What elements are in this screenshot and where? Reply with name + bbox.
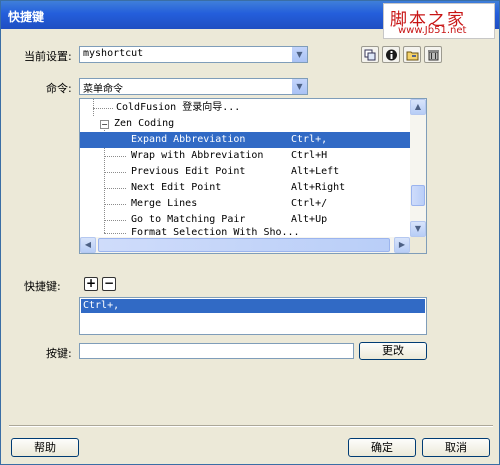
cancel-button[interactable]: 取消: [422, 438, 490, 457]
tree-item-wrap-with-abbreviation[interactable]: Wrap with Abbreviation Ctrl+H: [80, 148, 411, 164]
vertical-scroll-thumb[interactable]: [411, 185, 425, 206]
command-label: 命令:: [46, 82, 72, 95]
scroll-left-icon[interactable]: ◀: [80, 237, 96, 253]
duplicate-set-button[interactable]: [361, 46, 379, 63]
help-button[interactable]: 帮助: [11, 438, 79, 457]
tree-item-previous-edit-point[interactable]: Previous Edit Point Alt+Left: [80, 164, 411, 180]
list-item[interactable]: Ctrl+,: [81, 299, 425, 313]
scroll-right-icon[interactable]: ▶: [394, 237, 410, 253]
current-set-value: myshortcut: [83, 48, 144, 59]
trash-icon: [428, 50, 439, 61]
horizontal-scroll-thumb[interactable]: [98, 238, 390, 252]
remove-shortcut-button[interactable]: −: [102, 277, 116, 291]
ok-button[interactable]: 确定: [348, 438, 416, 457]
export-button[interactable]: [403, 46, 421, 63]
info-button[interactable]: [382, 46, 400, 63]
tree-horizontal-scrollbar[interactable]: ◀ ▶: [80, 237, 410, 253]
keypress-input[interactable]: [79, 343, 354, 359]
tree-item-next-edit-point[interactable]: Next Edit Point Alt+Right: [80, 180, 411, 196]
window-title: 快捷键: [8, 10, 45, 24]
collapse-icon[interactable]: −: [100, 120, 109, 129]
duplicate-set-icon: [364, 49, 376, 61]
watermark-url: www.Jb51.net: [398, 25, 467, 36]
keypress-label: 按键:: [46, 347, 72, 360]
chevron-down-icon[interactable]: ▼: [291, 47, 307, 62]
scrollbar-corner: [410, 237, 426, 253]
shortcut-dialog: 快捷键 脚本之家 www.Jb51.net 当前设置: myshortcut ▼: [0, 0, 500, 465]
tree-item-coldfusion[interactable]: ColdFusion 登录向导...: [80, 100, 411, 116]
shortcut-list[interactable]: Ctrl+,: [79, 297, 427, 335]
current-set-select[interactable]: myshortcut ▼: [79, 46, 308, 63]
delete-set-button[interactable]: [424, 46, 442, 63]
watermark-logo: 脚本之家 www.Jb51.net: [383, 3, 495, 39]
tree-item-zen-coding[interactable]: Zen Coding: [80, 116, 411, 132]
change-button[interactable]: 更改: [359, 342, 427, 360]
export-icon: [406, 51, 419, 61]
command-select[interactable]: 菜单命令 ▼: [79, 78, 308, 95]
tree-item-merge-lines[interactable]: Merge Lines Ctrl+/: [80, 196, 411, 212]
current-set-label: 当前设置:: [24, 50, 72, 63]
footer-divider: [9, 425, 493, 427]
scroll-up-icon[interactable]: ▲: [410, 99, 426, 115]
add-shortcut-button[interactable]: +: [84, 277, 98, 291]
scroll-down-icon[interactable]: ▼: [410, 221, 426, 237]
tree-vertical-scrollbar[interactable]: ▲ ▼: [410, 99, 426, 237]
info-icon: [386, 49, 397, 61]
tree-item-expand-abbreviation[interactable]: Expand Abbreviation Ctrl+,: [80, 132, 411, 148]
chevron-down-icon[interactable]: ▼: [291, 79, 307, 94]
command-value: 菜单命令: [83, 84, 123, 95]
shortcut-label: 快捷键:: [24, 280, 61, 293]
command-tree[interactable]: ColdFusion 登录向导... Zen Coding − Expand A…: [79, 98, 427, 254]
